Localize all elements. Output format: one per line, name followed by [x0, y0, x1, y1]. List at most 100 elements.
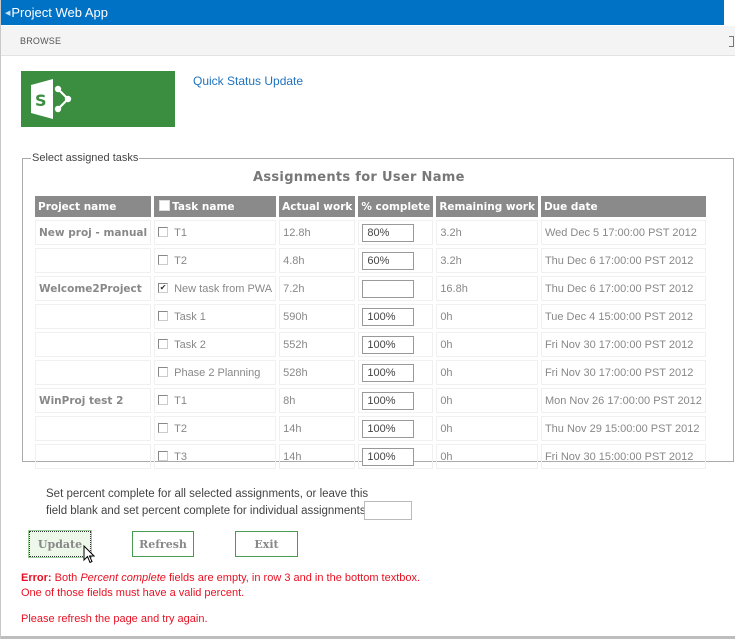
- table-row: T2 14h 0hThu Nov 29 15:00:00 PST 2012: [35, 416, 706, 441]
- refresh-button[interactable]: Refresh: [132, 531, 194, 557]
- cell-due-date: Wed Dec 5 17:00:00 PST 2012: [540, 220, 706, 245]
- cell-due-date: Fri Nov 30 15:00:00 PST 2012: [540, 444, 706, 469]
- cell-percent-complete: [358, 220, 434, 245]
- task-name: T1: [174, 394, 187, 407]
- checkbox-unchecked[interactable]: [158, 338, 169, 349]
- cell-actual-work: 552h: [279, 332, 356, 357]
- ribbon-tab-browse[interactable]: BROWSE: [20, 36, 61, 46]
- percent-complete-input[interactable]: [362, 279, 415, 298]
- cell-percent-complete: [358, 416, 434, 441]
- cell-project: New proj - manual: [35, 220, 152, 245]
- cell-percent-complete: [358, 248, 434, 273]
- cell-due-date: Fri Nov 30 17:00:00 PST 2012: [540, 332, 706, 357]
- table-row: Phase 2 Planning 528h 0hFri Nov 30 17:00:0…: [35, 360, 706, 385]
- percent-complete-input[interactable]: [362, 447, 415, 466]
- cell-project: [35, 360, 152, 385]
- table-row: T3 14h 0hFri Nov 30 15:00:00 PST 2012: [35, 444, 706, 469]
- table-row: Welcome2Project ✔ New task from PWA 7.2h 16.…: [35, 276, 706, 301]
- cell-task: T1: [154, 220, 277, 245]
- percent-complete-input[interactable]: [362, 251, 415, 270]
- error-text-part1: Both: [51, 572, 81, 584]
- cell-percent-complete: [358, 304, 434, 329]
- tasks-legend: Select assigned tasks: [32, 152, 139, 164]
- cell-task: T2: [154, 416, 277, 441]
- suite-bar: ◀Project Web App: [1, 0, 724, 25]
- select-all-checkbox[interactable]: [159, 200, 171, 211]
- cell-project: [35, 248, 152, 273]
- checkbox-unchecked[interactable]: [158, 394, 169, 405]
- update-button[interactable]: Update: [28, 530, 92, 558]
- cell-actual-work: 14h: [279, 444, 356, 469]
- table-row: T2 4.8h 3.2hThu Dec 6 17:00:00 PST 2012: [35, 248, 706, 273]
- percent-complete-input[interactable]: [362, 223, 415, 242]
- table-row: Task 2 552h 0hFri Nov 30 17:00:00 PST 2012: [35, 332, 706, 357]
- assignments-table: Project name Task name Actual work % com…: [32, 193, 709, 472]
- checkbox-unchecked[interactable]: [158, 366, 169, 377]
- cell-project: [35, 332, 152, 357]
- column-header-percent-complete: % complete: [358, 196, 434, 217]
- cell-due-date: Thu Dec 6 17:00:00 PST 2012: [540, 276, 706, 301]
- cell-actual-work: 4.8h: [279, 248, 356, 273]
- bulk-percent-input[interactable]: [364, 501, 412, 520]
- task-name: Task 2: [174, 338, 206, 351]
- checkbox-unchecked[interactable]: [158, 310, 169, 321]
- cell-actual-work: 14h: [279, 416, 356, 441]
- percent-complete-input[interactable]: [362, 307, 415, 326]
- cell-percent-complete: [358, 388, 434, 413]
- percent-complete-input[interactable]: [362, 335, 415, 354]
- cell-project: [35, 304, 152, 329]
- cell-actual-work: 8h: [279, 388, 356, 413]
- task-name: Task 1: [174, 310, 206, 323]
- cell-project: Welcome2Project: [35, 276, 152, 301]
- column-header-task-label: Task name: [172, 200, 235, 213]
- cell-remaining-work: 0h: [436, 304, 538, 329]
- cell-actual-work: 7.2h: [279, 276, 356, 301]
- checkbox-unchecked[interactable]: [158, 226, 169, 237]
- focus-content-icon[interactable]: [729, 36, 734, 47]
- task-name: Phase 2 Planning: [174, 366, 261, 379]
- exit-button[interactable]: Exit: [235, 531, 298, 557]
- checkbox-unchecked[interactable]: [158, 450, 169, 461]
- cell-actual-work: 590h: [279, 304, 356, 329]
- cell-percent-complete: [358, 444, 434, 469]
- cell-project: [35, 444, 152, 469]
- cell-remaining-work: 0h: [436, 416, 538, 441]
- cell-task: ✔ New task from PWA: [154, 276, 277, 301]
- cell-remaining-work: 0h: [436, 332, 538, 357]
- cell-actual-work: 528h: [279, 360, 356, 385]
- error-text-part2: fields are empty, in row 3 and in the bo…: [165, 572, 421, 584]
- cell-task: Task 1: [154, 304, 277, 329]
- table-row: Task 1 590h 0hTue Dec 4 15:00:00 PST 2012: [35, 304, 706, 329]
- quick-status-update-link[interactable]: Quick Status Update: [193, 74, 303, 88]
- cell-remaining-work: 0h: [436, 444, 538, 469]
- site-logo[interactable]: S: [21, 71, 175, 127]
- error-line2: One of those fields must have a valid pe…: [21, 587, 245, 599]
- column-header-remaining-work: Remaining work: [436, 196, 538, 217]
- cell-project: WinProj test 2: [35, 388, 152, 413]
- cell-task: T3: [154, 444, 277, 469]
- bulk-instructions-line2: field blank and set percent complete for…: [46, 505, 369, 517]
- column-header-task: Task name: [154, 196, 277, 217]
- ribbon: BROWSE: [1, 26, 735, 56]
- checkbox-checked[interactable]: ✔: [158, 282, 169, 293]
- column-header-due-date: Due date: [540, 196, 706, 217]
- column-header-project: Project name: [35, 196, 152, 217]
- cell-task: T1: [154, 388, 277, 413]
- cell-remaining-work: 0h: [436, 388, 538, 413]
- cell-due-date: Mon Nov 26 17:00:00 PST 2012: [540, 388, 706, 413]
- percent-complete-input[interactable]: [362, 391, 415, 410]
- task-name: T2: [174, 422, 187, 435]
- bulk-instructions-line1: Set percent complete for all selected as…: [46, 488, 369, 500]
- cell-due-date: Thu Dec 6 17:00:00 PST 2012: [540, 248, 706, 273]
- cell-task: Phase 2 Planning: [154, 360, 277, 385]
- back-caret-icon[interactable]: ◀: [5, 9, 10, 17]
- assignments-title: Assignments for User Name: [253, 170, 465, 185]
- checkbox-unchecked[interactable]: [158, 254, 169, 265]
- percent-complete-input[interactable]: [362, 363, 415, 382]
- suite-bar-title[interactable]: Project Web App: [11, 5, 108, 20]
- task-name: T3: [174, 450, 187, 463]
- checkbox-unchecked[interactable]: [158, 422, 169, 433]
- cell-due-date: Thu Nov 29 15:00:00 PST 2012: [540, 416, 706, 441]
- cell-task: Task 2: [154, 332, 277, 357]
- percent-complete-input[interactable]: [362, 419, 415, 438]
